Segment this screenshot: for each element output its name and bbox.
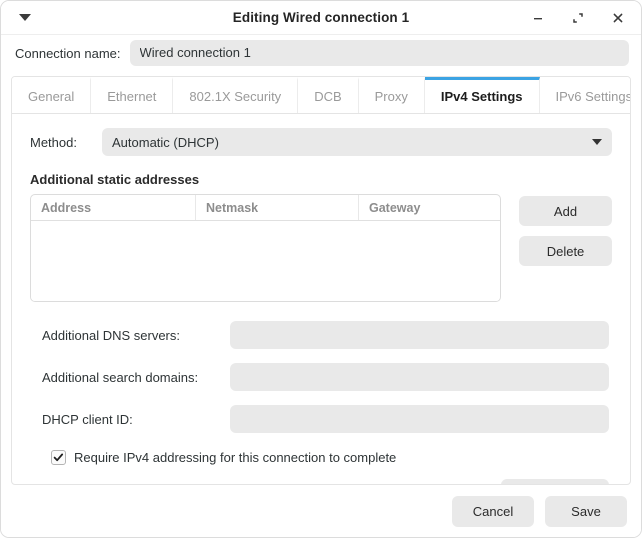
tab-8021x-security[interactable]: 802.1X Security (173, 77, 298, 113)
static-addresses-table[interactable]: Address Netmask Gateway (30, 194, 501, 302)
require-ipv4-label: Require IPv4 addressing for this connect… (74, 450, 396, 465)
editing-connection-dialog: Editing Wired connection 1 Connectio (0, 0, 642, 538)
titlebar: Editing Wired connection 1 (1, 1, 641, 35)
require-ipv4-row[interactable]: Require IPv4 addressing for this connect… (30, 450, 612, 465)
tab-general[interactable]: General (12, 77, 91, 113)
additional-static-addresses-heading: Additional static addresses (30, 172, 612, 187)
window-menu-button[interactable] (1, 1, 49, 34)
minimize-icon (531, 11, 545, 25)
search-domains-input[interactable] (230, 363, 609, 391)
add-address-button[interactable]: Add (519, 196, 612, 226)
chevron-down-icon (19, 14, 31, 21)
table-header-row: Address Netmask Gateway (31, 195, 500, 221)
cancel-button[interactable]: Cancel (452, 496, 534, 527)
require-ipv4-checkbox[interactable] (51, 450, 66, 465)
search-domains-row: Additional search domains: (30, 363, 612, 391)
connection-name-row: Connection name: (1, 35, 641, 71)
static-addresses-area: Address Netmask Gateway Add Delete (30, 194, 612, 302)
tab-proxy[interactable]: Proxy (359, 77, 425, 113)
table-body[interactable] (31, 221, 500, 301)
settings-notebook: General Ethernet 802.1X Security DCB Pro… (11, 76, 631, 485)
dhcp-client-id-input[interactable] (230, 405, 609, 433)
connection-name-label: Connection name: (15, 46, 121, 61)
dialog-footer: Cancel Save (1, 485, 641, 537)
dhcp-client-id-label: DHCP client ID: (42, 412, 230, 427)
search-domains-label: Additional search domains: (42, 370, 230, 385)
tab-ipv6-settings[interactable]: IPv6 Settings (540, 77, 631, 113)
minimize-button[interactable] (528, 8, 548, 28)
method-selected-value: Automatic (DHCP) (112, 135, 219, 150)
dns-servers-input[interactable] (230, 321, 609, 349)
dns-servers-row: Additional DNS servers: (30, 321, 612, 349)
column-header-netmask[interactable]: Netmask (196, 195, 359, 220)
dns-servers-label: Additional DNS servers: (42, 328, 230, 343)
window-controls (528, 1, 641, 34)
maximize-icon (571, 11, 585, 25)
maximize-button[interactable] (568, 8, 588, 28)
method-dropdown[interactable]: Automatic (DHCP) (102, 128, 612, 156)
tab-dcb[interactable]: DCB (298, 77, 358, 113)
checkmark-icon (53, 452, 64, 463)
column-header-gateway[interactable]: Gateway (359, 195, 500, 220)
chevron-down-icon (592, 139, 602, 145)
close-icon (611, 11, 625, 25)
method-row: Method: Automatic (DHCP) (30, 128, 612, 156)
tab-ethernet[interactable]: Ethernet (91, 77, 173, 113)
ipv4-settings-page: Method: Automatic (DHCP) Additional stat… (12, 114, 630, 485)
method-label: Method: (30, 135, 102, 150)
tab-ipv4-settings[interactable]: IPv4 Settings (425, 77, 540, 113)
column-header-address[interactable]: Address (31, 195, 196, 220)
dhcp-client-id-row: DHCP client ID: (30, 405, 612, 433)
delete-address-button[interactable]: Delete (519, 236, 612, 266)
save-button[interactable]: Save (545, 496, 627, 527)
tab-bar: General Ethernet 802.1X Security DCB Pro… (12, 77, 630, 114)
close-button[interactable] (608, 8, 628, 28)
table-action-buttons: Add Delete (519, 194, 612, 266)
connection-name-input[interactable] (130, 40, 629, 66)
